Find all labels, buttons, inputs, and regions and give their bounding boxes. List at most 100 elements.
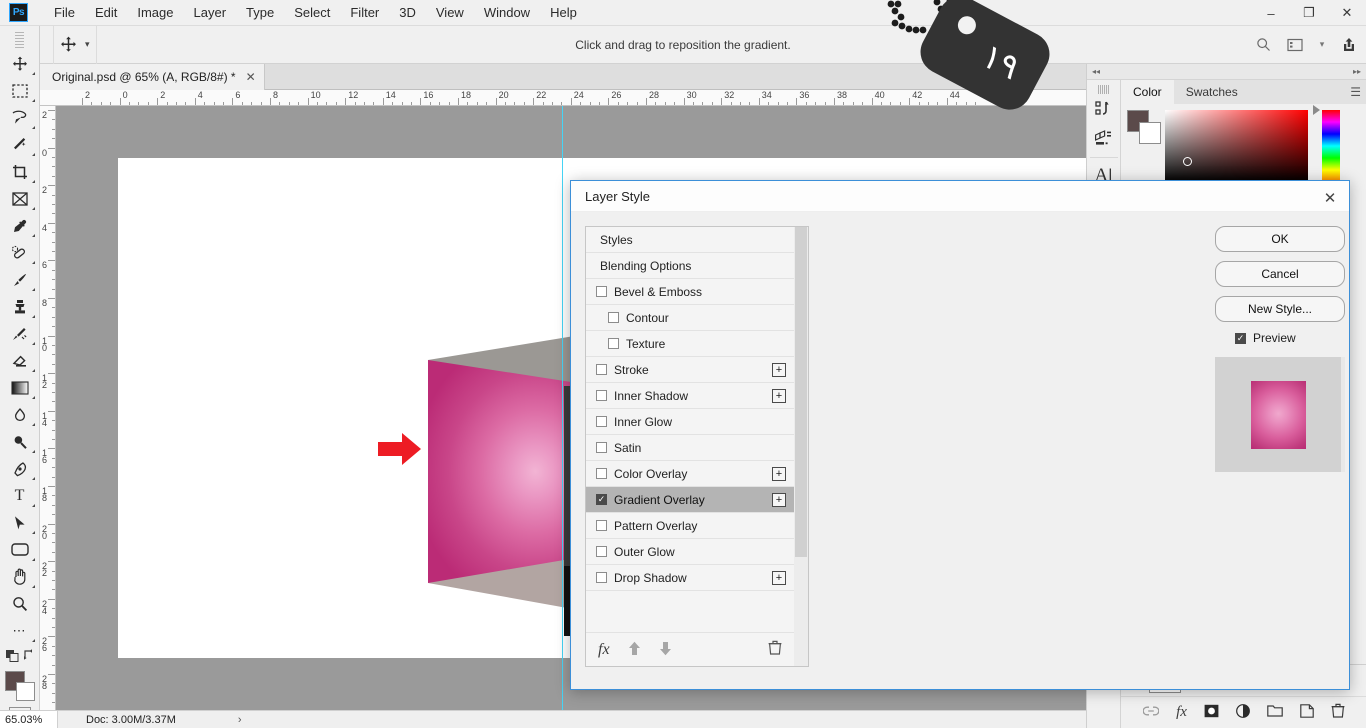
effect-checkbox[interactable]: ✓: [596, 494, 607, 505]
fx-icon[interactable]: fx: [1176, 704, 1187, 721]
effects-list-scrollbar[interactable]: [794, 227, 808, 666]
menu-item-type[interactable]: Type: [236, 2, 284, 23]
effect-checkbox[interactable]: [596, 520, 607, 531]
history-icon[interactable]: [1089, 94, 1119, 124]
effect-row-color-overlay[interactable]: Color Overlay +: [586, 461, 794, 487]
menu-item-edit[interactable]: Edit: [85, 2, 127, 23]
menu-item-layer[interactable]: Layer: [184, 2, 237, 23]
tab-color[interactable]: Color: [1121, 80, 1174, 104]
ok-button[interactable]: OK: [1215, 226, 1345, 252]
add-effect-icon[interactable]: +: [772, 363, 786, 377]
collapse-left-icon[interactable]: ◂◂: [1092, 67, 1100, 76]
effect-checkbox[interactable]: [596, 546, 607, 557]
panel-menu-icon[interactable]: ☰: [1350, 85, 1361, 99]
adjustment-icon[interactable]: [1236, 703, 1250, 721]
menu-item-help[interactable]: Help: [540, 2, 587, 23]
effect-row-contour[interactable]: Contour: [586, 305, 794, 331]
effect-checkbox[interactable]: [596, 468, 607, 479]
effect-row-bevel-emboss[interactable]: Bevel & Emboss: [586, 279, 794, 305]
tool-spot-healing-brush[interactable]: [3, 239, 37, 266]
tool-eyedropper[interactable]: [3, 212, 37, 239]
menu-item-select[interactable]: Select: [284, 2, 340, 23]
tool-default-colors[interactable]: [3, 644, 37, 666]
rail-grip[interactable]: [1097, 85, 1110, 94]
workspace-icon[interactable]: [1284, 34, 1306, 56]
collapse-right-icon[interactable]: ▸▸: [1353, 67, 1361, 76]
tool-rectangle[interactable]: [3, 536, 37, 563]
maximize-button[interactable]: ❐: [1290, 0, 1328, 26]
tool-clone-stamp[interactable]: [3, 293, 37, 320]
tool-eraser[interactable]: [3, 347, 37, 374]
tool-rectangular-marquee[interactable]: [3, 77, 37, 104]
effect-row-drop-shadow[interactable]: Drop Shadow +: [586, 565, 794, 591]
share-icon[interactable]: [1338, 34, 1360, 56]
color-panel-swatches[interactable]: [1127, 110, 1161, 144]
zoom-level-field[interactable]: 65.03%: [0, 710, 58, 728]
vertical-guide[interactable]: [562, 106, 563, 710]
add-effect-icon[interactable]: +: [772, 467, 786, 481]
add-effect-icon[interactable]: +: [772, 493, 786, 507]
link-icon[interactable]: [1142, 705, 1160, 719]
menu-item-3d[interactable]: 3D: [389, 2, 426, 23]
effect-checkbox[interactable]: [596, 364, 607, 375]
minimize-button[interactable]: –: [1252, 0, 1290, 26]
hue-slider-marker[interactable]: [1313, 105, 1320, 115]
effect-row-styles[interactable]: Styles: [586, 227, 794, 253]
preview-checkbox-row[interactable]: ✓ Preview: [1235, 331, 1347, 345]
effect-row-gradient-overlay[interactable]: ✓ Gradient Overlay +: [586, 487, 794, 513]
effect-checkbox[interactable]: [608, 312, 619, 323]
color-swatches[interactable]: [4, 671, 35, 701]
effect-checkbox[interactable]: [596, 390, 607, 401]
effects-list[interactable]: Styles Blending Options Bevel & Emboss C…: [585, 226, 809, 667]
effect-checkbox[interactable]: [608, 338, 619, 349]
new-style-button[interactable]: New Style...: [1215, 296, 1345, 322]
effect-checkbox[interactable]: [596, 286, 607, 297]
tool-brush[interactable]: [3, 266, 37, 293]
tool-type[interactable]: T: [3, 482, 37, 509]
tool-magic-wand[interactable]: [3, 131, 37, 158]
tool-zoom[interactable]: [3, 590, 37, 617]
mask-icon[interactable]: [1204, 704, 1219, 721]
tool-gradient[interactable]: [3, 374, 37, 401]
background-color-swatch[interactable]: [15, 682, 35, 701]
tool-move[interactable]: [3, 50, 37, 77]
close-button[interactable]: ✕: [1328, 0, 1366, 26]
add-effect-icon[interactable]: +: [772, 389, 786, 403]
delete-effect-icon[interactable]: [768, 640, 782, 658]
close-icon[interactable]: ✕: [1321, 189, 1339, 207]
tool-lasso[interactable]: [3, 104, 37, 131]
tool-crop[interactable]: [3, 158, 37, 185]
tool-hand[interactable]: [3, 563, 37, 590]
effect-row-inner-shadow[interactable]: Inner Shadow +: [586, 383, 794, 409]
move-up-icon[interactable]: [628, 641, 641, 659]
delete-layer-icon[interactable]: [1331, 703, 1345, 721]
effect-row-satin[interactable]: Satin: [586, 435, 794, 461]
group-icon[interactable]: [1267, 704, 1283, 720]
tab-swatches[interactable]: Swatches: [1173, 80, 1250, 104]
add-effect-icon[interactable]: +: [772, 571, 786, 585]
effect-checkbox[interactable]: [596, 416, 607, 427]
menu-item-file[interactable]: File: [44, 2, 85, 23]
tools-panel-grip[interactable]: [15, 32, 24, 48]
chevron-down-icon[interactable]: ▾: [1316, 34, 1328, 56]
new-layer-icon[interactable]: [1300, 703, 1314, 721]
effect-row-outer-glow[interactable]: Outer Glow: [586, 539, 794, 565]
fx-icon[interactable]: fx: [598, 641, 610, 659]
effect-checkbox[interactable]: [596, 572, 607, 583]
panel-background-swatch[interactable]: [1139, 122, 1161, 144]
effect-row-stroke[interactable]: Stroke +: [586, 357, 794, 383]
move-down-icon[interactable]: [659, 641, 672, 659]
cancel-button[interactable]: Cancel: [1215, 261, 1345, 287]
dock-collapse-bar[interactable]: ◂◂ ▸▸: [1087, 64, 1366, 80]
menu-item-view[interactable]: View: [426, 2, 474, 23]
effect-row-texture[interactable]: Texture: [586, 331, 794, 357]
tool-path-selection[interactable]: [3, 509, 37, 536]
tool-history-brush[interactable]: [3, 320, 37, 347]
tool-dodge[interactable]: [3, 428, 37, 455]
scrollbar-thumb[interactable]: [795, 227, 807, 557]
tool-blur[interactable]: [3, 401, 37, 428]
color-field[interactable]: [1165, 110, 1308, 182]
effect-row-inner-glow[interactable]: Inner Glow: [586, 409, 794, 435]
color-field-picker[interactable]: [1183, 157, 1192, 166]
status-expand-arrow[interactable]: ›: [238, 714, 242, 726]
